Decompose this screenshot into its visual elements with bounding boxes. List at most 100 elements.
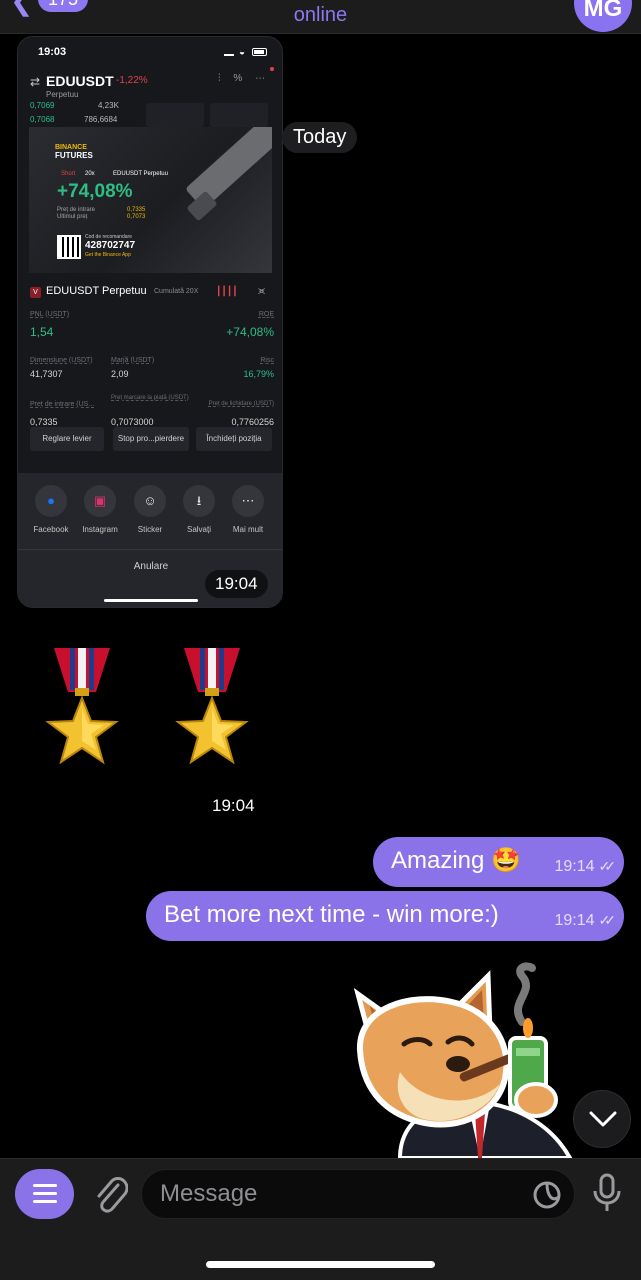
card-side: Short <box>61 171 76 177</box>
doge-cigar-sticker[interactable] <box>340 962 590 1160</box>
notification-dot <box>270 67 274 71</box>
medal-emoji[interactable] <box>174 646 250 770</box>
mark-value: 0,7073000 <box>111 417 154 427</box>
share-save: ⭳ Salvați <box>176 485 222 534</box>
share-more: ⋯ Mai mult <box>225 485 271 534</box>
liq-label: Preț de lichidare (USDT) <box>208 401 274 407</box>
swap-icon: ⇄ <box>30 75 41 89</box>
double-check-icon: ✓✓ <box>598 858 617 874</box>
card-price-values: 0,7335 0,7073 <box>127 207 145 221</box>
chart-tools-icon: ⫶ % ⋯ <box>218 73 270 84</box>
home-indicator <box>206 1261 435 1268</box>
composer-bar <box>0 1158 641 1280</box>
screenshot-contract: Perpetuu <box>46 90 79 99</box>
brand-line2: FUTURES <box>55 151 93 160</box>
wifi-icon: ◒ <box>239 47 246 58</box>
entry-value: 0,7335 <box>30 417 58 427</box>
roe-value: +74,08% <box>226 325 274 339</box>
card-roe: +74,08% <box>57 181 133 202</box>
liq-value: 0,7760256 <box>231 417 274 427</box>
pnl-label: PNL (USDT) <box>30 311 70 318</box>
pnl-share-card: BINANCE FUTURES Short 20x EDUUSDT Perpet… <box>29 127 272 273</box>
sticker-icon[interactable] <box>532 1180 564 1210</box>
risk-value: 16,79% <box>243 369 274 379</box>
message-input-container <box>141 1169 575 1219</box>
message-input[interactable] <box>160 1178 520 1210</box>
chevron-down-icon <box>589 1111 617 1127</box>
message-meta: 19:14 ✓✓ <box>554 912 617 930</box>
risk-bars-icon: ┃┃┃┃ <box>216 286 238 296</box>
facebook-icon: ● <box>35 485 67 517</box>
save-icon: ⭳ <box>183 485 215 517</box>
battery-icon <box>252 48 267 56</box>
share-label: Sticker <box>137 525 163 534</box>
app-promo: Get the Binance App <box>85 252 131 258</box>
card-entry-label: Preț de intrare <box>57 207 96 213</box>
card-last-value: 0,7073 <box>127 214 146 220</box>
roe-label: ROE <box>258 311 274 318</box>
menu-icon <box>33 1184 57 1203</box>
message-meta: 19:14 ✓✓ <box>554 858 617 876</box>
book-price: 0,7068 <box>30 115 55 124</box>
system-icons: ◒ <box>224 47 270 58</box>
medal-emoji[interactable] <box>44 646 120 770</box>
message-time: 19:14 <box>554 858 595 875</box>
entry-label: Preț de intrare (US... <box>30 401 95 408</box>
message-timestamp: 19:04 <box>212 796 255 815</box>
card-price-labels: Preț de intrare Ultimul preț <box>57 207 95 221</box>
share-label: Mai mult <box>232 525 264 534</box>
qr-code <box>57 235 81 259</box>
obscured-button <box>210 103 268 127</box>
contact-status: online <box>293 4 348 26</box>
book-qty: 4,23K <box>98 101 119 110</box>
scroll-to-bottom-button[interactable] <box>573 1090 631 1148</box>
date-divider: Today <box>282 122 358 153</box>
screenshot-home-indicator <box>104 599 198 602</box>
message-text: Bet more next time - win more:) <box>164 901 499 928</box>
book-price: 0,7069 <box>30 101 55 110</box>
share-icon: ⪤ <box>258 285 266 297</box>
share-instagram: ▣ Instagram <box>77 485 123 534</box>
medal-icon <box>45 648 119 765</box>
card-leverage: 20x <box>85 171 95 177</box>
contact-avatar[interactable]: MG <box>574 0 632 32</box>
sticker-icon: ☺ <box>134 485 166 517</box>
margin-label: Marjă (USDT) <box>111 357 155 364</box>
adjust-leverage-button: Reglare levier <box>30 427 104 451</box>
message-text: Amazing 🤩 <box>391 847 521 874</box>
referral-code: 428702747 <box>85 240 136 251</box>
side-badge: V <box>30 287 41 298</box>
position-title: EDUUSDT Perpetuu <box>46 285 147 297</box>
message-timestamp: 19:04 <box>205 570 268 598</box>
share-facebook: ● Facebook <box>28 485 74 534</box>
share-label: Facebook <box>33 525 69 534</box>
screenshot-status-bar: 19:03 ◒ <box>18 37 282 67</box>
share-label: Instagram <box>82 525 118 534</box>
margin-value: 2,09 <box>111 369 129 379</box>
card-last-label: Ultimul preț <box>57 214 88 220</box>
paperclip-icon[interactable] <box>92 1173 128 1213</box>
share-label: Salvați <box>186 525 211 534</box>
book-qty: 786,6684 <box>84 115 118 124</box>
position-mode: Cumulată 20X <box>154 288 199 295</box>
screenshot-status-time: 19:03 <box>38 46 67 58</box>
double-check-icon: ✓✓ <box>598 912 617 928</box>
menu-button[interactable] <box>15 1169 74 1219</box>
size-label: Dimensiune (USDT) <box>30 357 93 364</box>
mark-label: Preț marcare la piață (USDT) <box>111 395 189 401</box>
microphone-icon[interactable] <box>590 1173 624 1213</box>
instagram-icon: ▣ <box>84 485 116 517</box>
more-icon: ⋯ <box>232 485 264 517</box>
chat-header: ❮ 175 online MG <box>0 0 641 34</box>
outgoing-message[interactable]: Amazing 🤩 19:14 ✓✓ <box>373 837 624 887</box>
photo-message[interactable]: 19:03 ◒ ⇄ EDUUSDT -1,22% Perpetuu ⫶ % ⋯ … <box>17 36 283 608</box>
screenshot-pair: EDUUSDT <box>46 73 114 89</box>
screenshot-order-book: 0,7069 4,23K 0,7068 786,6684 <box>28 101 274 129</box>
screenshot-change: -1,22% <box>116 75 148 86</box>
signal-icon <box>224 49 234 56</box>
divider <box>18 549 282 550</box>
medal-icon <box>175 648 249 765</box>
card-entry-value: 0,7335 <box>127 207 146 213</box>
card-pair: EDUUSDT Perpetuu <box>113 171 168 177</box>
outgoing-message[interactable]: Bet more next time - win more:) 19:14 ✓✓ <box>146 891 624 941</box>
